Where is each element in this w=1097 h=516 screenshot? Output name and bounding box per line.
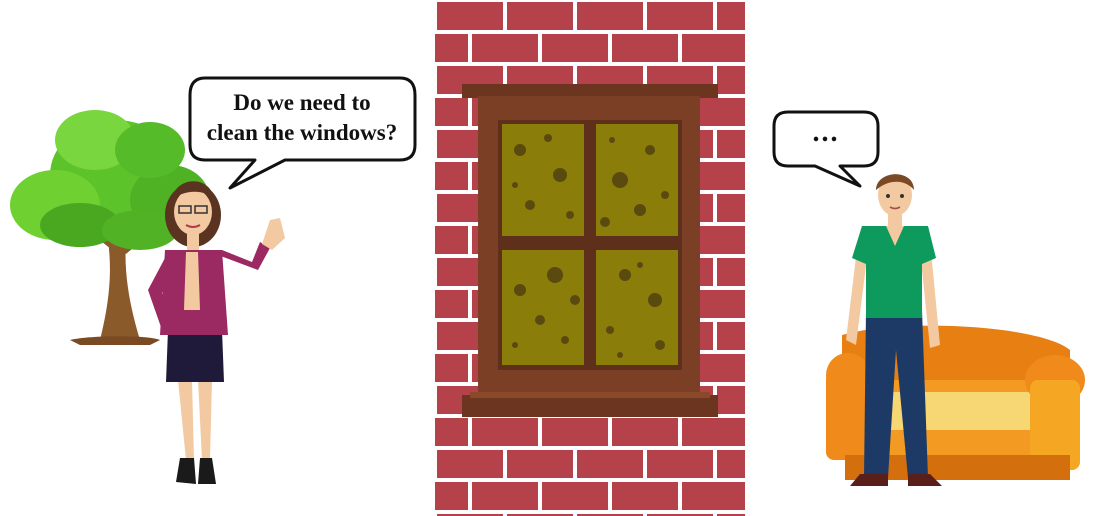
woman-speech-line-1: Do we need to	[233, 90, 371, 115]
window	[462, 84, 718, 417]
scene-illustration	[10, 0, 1085, 516]
woman-speech-line-2: clean the windows?	[206, 120, 398, 145]
woman-character	[148, 181, 285, 484]
man-speech-text: ...	[812, 117, 840, 148]
woman-speech-text: Do we need to clean the windows?	[192, 88, 412, 148]
